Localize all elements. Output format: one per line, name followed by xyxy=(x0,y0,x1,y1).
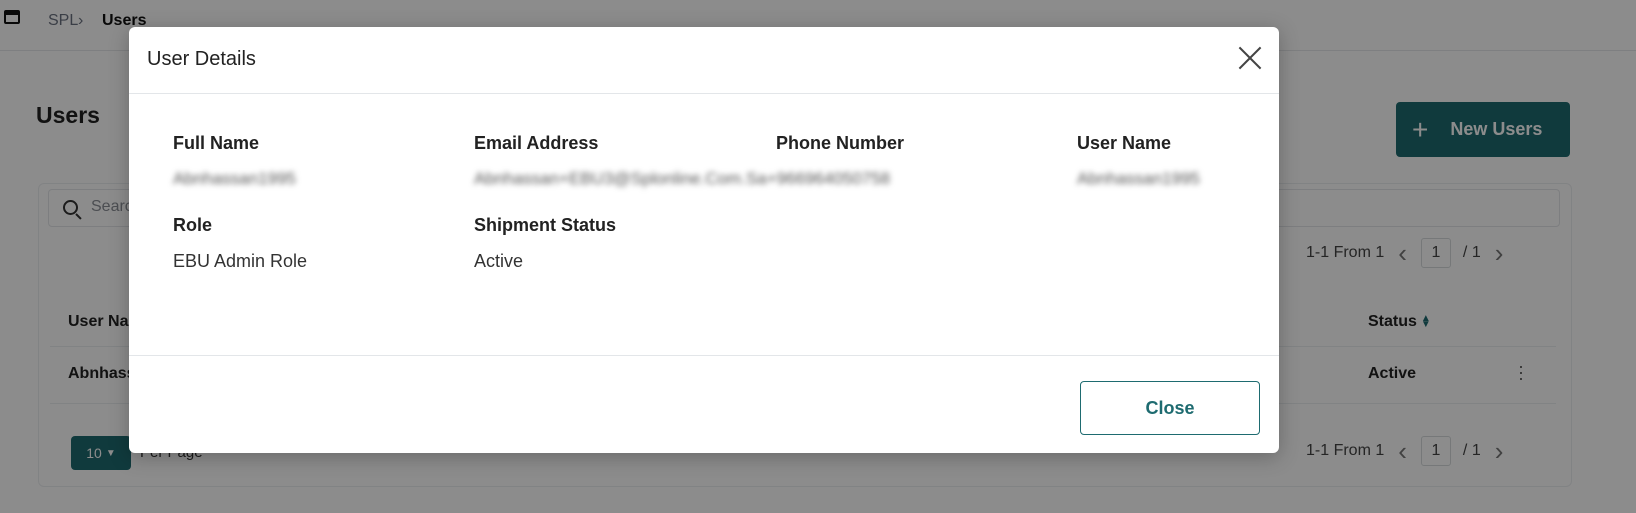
modal-title: User Details xyxy=(147,48,256,70)
user-details-modal: User Details Full Name Abnhassan1995 Ema… xyxy=(129,27,1279,453)
close-button[interactable]: Close xyxy=(1080,381,1260,435)
close-icon[interactable] xyxy=(1237,45,1263,71)
role-value: EBU Admin Role xyxy=(173,251,308,271)
shipment-status-value: Active xyxy=(474,251,524,271)
email-label: Email Address xyxy=(474,133,599,153)
email-value: Abnhassan+EBU3@Splonline.Com.Sa+96696405… xyxy=(474,169,891,188)
user-name-label: User Name xyxy=(1077,133,1172,153)
full-name-value: Abnhassan1995 xyxy=(173,169,296,188)
role-label: Role xyxy=(173,215,213,235)
full-name-label: Full Name xyxy=(173,133,260,153)
shipment-status-label: Shipment Status xyxy=(474,215,617,235)
user-name-value: Abnhassan1995 xyxy=(1077,169,1200,188)
modal-footer-divider xyxy=(129,355,1279,356)
phone-label: Phone Number xyxy=(776,133,905,153)
modal-header: User Details xyxy=(129,27,1279,94)
